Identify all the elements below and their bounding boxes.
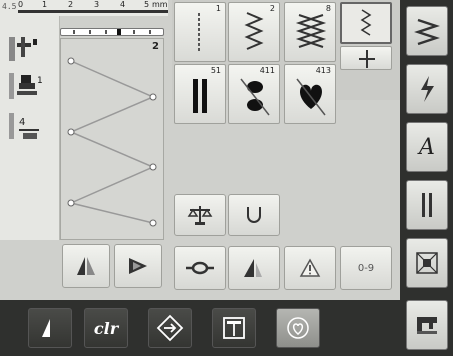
sewing-machine-icon [417, 317, 437, 334]
buttonhole-menu-button[interactable] [406, 180, 448, 230]
svg-text:4: 4 [19, 117, 25, 128]
quilt-menu-button[interactable] [406, 238, 448, 288]
favorites-button[interactable] [276, 308, 320, 348]
balance-scale-icon [187, 206, 213, 225]
stitch-menu-button[interactable] [406, 6, 448, 56]
thread-tension-icon[interactable]: 4 [6, 110, 48, 144]
diamond-arrow-icon [156, 314, 184, 342]
stitch-tile-2[interactable]: 2 [228, 2, 280, 62]
ruler-unit: mm [152, 0, 168, 9]
stitch-tile-51[interactable]: 51 [174, 64, 226, 124]
stitch-tile-1[interactable]: 1 [174, 2, 226, 62]
triangle-shade-button[interactable] [228, 246, 280, 290]
buttonhole-menu-icon [422, 193, 432, 217]
counter-button[interactable]: 0-9 [340, 246, 392, 290]
stitch-tile-8[interactable]: 8 [284, 2, 336, 62]
presser-foot-icon[interactable]: 1 [6, 70, 48, 104]
decorative-menu-button[interactable] [406, 64, 448, 114]
ruler-line [18, 10, 168, 13]
ruler-number: 4 [120, 0, 126, 9]
ruler-number: 1 [42, 0, 48, 9]
lightning-icon [421, 76, 434, 102]
stitch-tile-selected[interactable] [340, 2, 392, 44]
ruler-number: 5 [144, 0, 150, 9]
warning-triangle-icon [299, 258, 321, 277]
right-sidebar: A [400, 0, 453, 356]
ruler-number: 3 [94, 0, 100, 9]
ruler-number: 0 [18, 0, 24, 9]
needle-stop-button[interactable] [174, 246, 226, 290]
svg-text:1: 1 [37, 76, 43, 86]
main-panel: 4.5 1 4 0 1 2 3 4 5 mm 2 1 2 8 51 411 41… [0, 0, 400, 300]
tutorial-button[interactable] [212, 308, 256, 348]
selected-zigzag-icon [360, 9, 372, 36]
heart-icon [287, 317, 309, 339]
mirror-vertical-icon [77, 257, 95, 275]
warning-button[interactable] [284, 246, 336, 290]
needle-position-icon[interactable] [6, 32, 48, 66]
pattern-start-button[interactable] [148, 308, 192, 348]
stitch-length-scale [60, 28, 164, 36]
cross-stitch-icon [359, 50, 375, 68]
clear-label: clr [93, 318, 119, 338]
presser-foot-tab-icon [42, 319, 50, 337]
stitch-tile-411[interactable]: 411 [228, 64, 280, 124]
scale-marker [117, 29, 121, 35]
u-turn-icon [247, 207, 261, 223]
width-readout: 4.5 [2, 2, 17, 11]
mirror-horizontal-icon [129, 258, 147, 274]
stitch-tile-413[interactable]: 413 [284, 64, 336, 124]
stitch-preview: 2 [60, 38, 164, 240]
book-icon [223, 317, 245, 339]
zigzag-menu-icon [414, 18, 440, 46]
counter-label: 0-9 [357, 262, 375, 274]
alphabet-button[interactable]: A [406, 122, 448, 172]
alphabet-label: A [419, 134, 435, 160]
half-triangle-icon [244, 259, 262, 277]
status-strip: 4.5 1 4 [0, 0, 60, 240]
sewing-machine-screen: 4.5 1 4 0 1 2 3 4 5 mm 2 1 2 8 51 411 41… [0, 0, 453, 356]
mirror-up-down-button[interactable] [114, 244, 162, 288]
quilt-icon [416, 252, 438, 274]
stitch-width-ruler: 0 1 2 3 4 5 mm [18, 0, 168, 16]
mirror-left-right-button[interactable] [62, 244, 110, 288]
setup-button[interactable] [406, 300, 448, 350]
pattern-repeat-button[interactable] [228, 194, 280, 236]
stitch-tile-small[interactable] [340, 46, 392, 70]
balance-button[interactable] [174, 194, 226, 236]
clear-button[interactable]: clr [84, 308, 128, 348]
sewing-settings-button[interactable] [28, 308, 72, 348]
ruler-number: 2 [68, 0, 74, 9]
zigzag-preview-icon [67, 57, 157, 227]
bottom-toolbar: clr [0, 300, 400, 356]
needle-stop-icon [186, 261, 214, 275]
